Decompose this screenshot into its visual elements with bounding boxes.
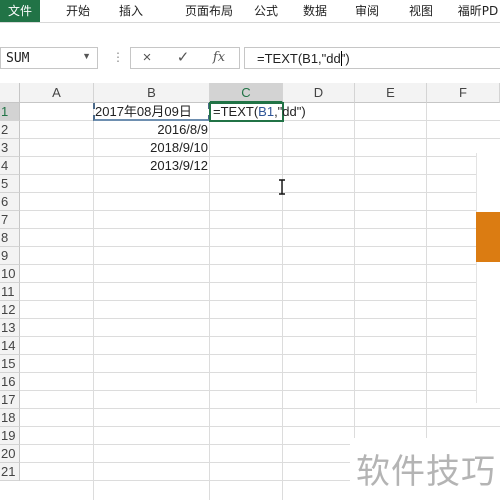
grid-line — [20, 300, 500, 301]
row-header-21[interactable]: 21 — [0, 463, 20, 481]
grid-line — [20, 372, 500, 373]
column-header-d[interactable]: D — [283, 83, 355, 103]
row-header-3[interactable]: 3 — [0, 139, 20, 157]
cell-b3[interactable]: 2018/9/10 — [94, 139, 208, 157]
cell-b1[interactable]: 2017年08月09日 — [93, 103, 210, 121]
insert-function-icon[interactable]: fx — [207, 49, 231, 67]
ribbon-tabs: 文件 开始 插入 页面布局 公式 数据 审阅 视图 福昕PD — [0, 0, 500, 23]
cell-b2[interactable]: 2016/8/9 — [94, 121, 208, 139]
grid-line — [20, 390, 500, 391]
chevron-down-icon[interactable]: ▼ — [82, 51, 91, 61]
formula-text: =TEXT(B1,"dd") — [257, 51, 350, 66]
row-header-15[interactable]: 15 — [0, 355, 20, 373]
row-header-19[interactable]: 19 — [0, 427, 20, 445]
formula-bar: SUM ▼ ⋮ × ✓ fx =TEXT(B1,"dd") — [0, 38, 500, 74]
name-box[interactable]: SUM ▼ — [0, 47, 98, 69]
text-caret — [341, 51, 342, 66]
cell-c1-formula-prefix: =TEXT( — [213, 104, 259, 119]
row-header-11[interactable]: 11 — [0, 283, 20, 301]
cell-b4[interactable]: 2013/9/12 — [94, 157, 208, 175]
enter-check-icon[interactable]: ✓ — [171, 49, 195, 67]
row-header-20[interactable]: 20 — [0, 445, 20, 463]
grid-line — [20, 210, 500, 211]
grid-line — [20, 192, 500, 193]
tab-view[interactable]: 视图 — [404, 0, 438, 22]
row-header-7[interactable]: 7 — [0, 211, 20, 229]
tab-file[interactable]: 文件 — [0, 0, 40, 22]
tab-formulas[interactable]: 公式 — [246, 0, 286, 22]
grid-line — [20, 246, 500, 247]
column-header-e[interactable]: E — [355, 83, 427, 103]
row-header-12[interactable]: 12 — [0, 301, 20, 319]
row-header-8[interactable]: 8 — [0, 229, 20, 247]
grid-line — [20, 156, 500, 157]
column-header-f[interactable]: F — [427, 83, 500, 103]
grid-line — [20, 336, 500, 337]
select-all-corner[interactable] — [0, 83, 20, 103]
grid-line — [282, 103, 283, 500]
grid-line — [20, 354, 500, 355]
more-options-icon[interactable]: ⋮ — [112, 50, 124, 64]
side-overlay-panel — [476, 153, 500, 403]
row-header-5[interactable]: 5 — [0, 175, 20, 193]
row-header-9[interactable]: 9 — [0, 247, 20, 265]
watermark-text: 软件技巧 — [356, 452, 496, 492]
row-header-13[interactable]: 13 — [0, 319, 20, 337]
tab-data[interactable]: 数据 — [298, 0, 332, 22]
column-header-c[interactable]: C — [210, 83, 283, 103]
row-header-16[interactable]: 16 — [0, 373, 20, 391]
formula-buttons: × ✓ fx — [130, 47, 240, 69]
orange-side-tab[interactable] — [476, 212, 500, 262]
row-header-17[interactable]: 17 — [0, 391, 20, 409]
row-header-10[interactable]: 10 — [0, 265, 20, 283]
column-header-b[interactable]: B — [94, 83, 210, 103]
grid-line — [20, 318, 500, 319]
ibeam-cursor-icon — [279, 179, 285, 195]
cell-c1-formula-suffix: ,"dd") — [274, 104, 306, 119]
grid-line — [20, 228, 500, 229]
row-header-4[interactable]: 4 — [0, 157, 20, 175]
name-box-value: SUM — [6, 51, 30, 66]
grid-line — [20, 138, 500, 139]
formula-input[interactable]: =TEXT(B1,"dd") — [244, 47, 500, 69]
grid-line — [20, 174, 500, 175]
grid-line — [20, 264, 500, 265]
tab-insert[interactable]: 插入 — [108, 0, 154, 22]
grid-line — [20, 426, 500, 427]
cell-c1-reference: B1 — [258, 104, 275, 119]
cell-c1-active[interactable]: =TEXT(B1,"dd") — [209, 102, 306, 122]
grid-line — [209, 103, 210, 500]
row-header-1[interactable]: 1 — [0, 103, 20, 121]
cancel-icon[interactable]: × — [135, 49, 159, 67]
row-header-2[interactable]: 2 — [0, 121, 20, 139]
grid-line — [20, 282, 500, 283]
tab-page-layout[interactable]: 页面布局 — [168, 0, 250, 22]
row-header-14[interactable]: 14 — [0, 337, 20, 355]
column-header-a[interactable]: A — [20, 83, 94, 103]
grid-line — [20, 408, 500, 409]
row-header-6[interactable]: 6 — [0, 193, 20, 211]
tab-home[interactable]: 开始 — [52, 0, 104, 22]
tab-foxit-pdf[interactable]: 福昕PD — [454, 0, 500, 22]
tab-review[interactable]: 审阅 — [350, 0, 384, 22]
row-header-18[interactable]: 18 — [0, 409, 20, 427]
